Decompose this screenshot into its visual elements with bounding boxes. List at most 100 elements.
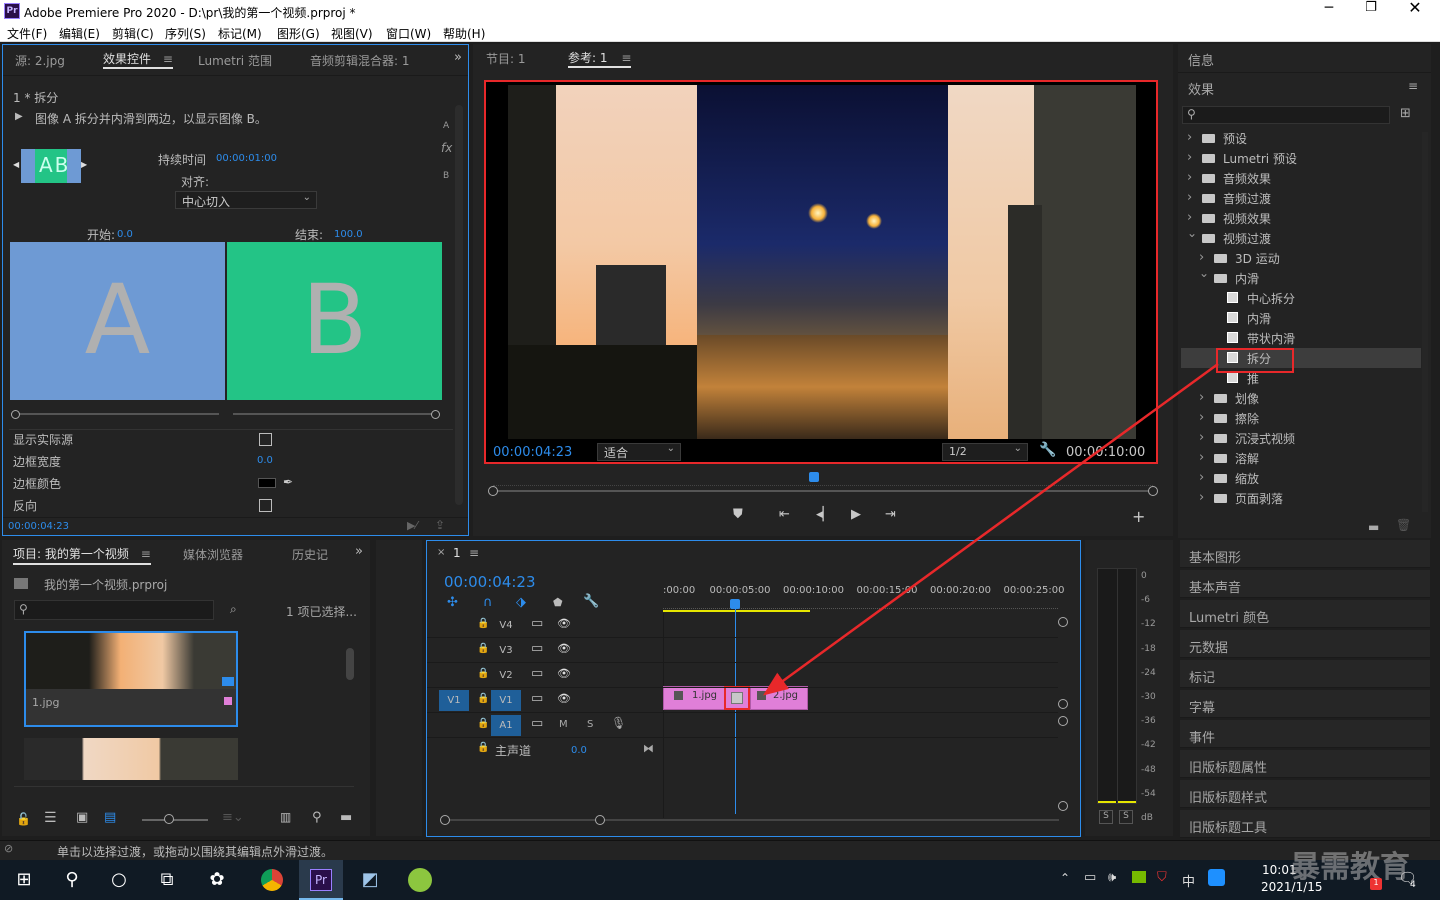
toggle-sync-lock-icon[interactable]: ▭	[531, 666, 543, 681]
reverse-checkbox[interactable]	[259, 499, 272, 512]
border-color-swatch[interactable]	[258, 478, 276, 488]
effects-scroll[interactable]	[1422, 132, 1428, 512]
track-lock-icon[interactable]: 🔒	[477, 668, 489, 679]
volume-icon[interactable]: 🕪	[1108, 870, 1116, 885]
eye-icon[interactable]: 👁	[557, 617, 571, 630]
track-lock-icon[interactable]: 🔒	[477, 643, 489, 654]
melon-app-icon[interactable]	[398, 860, 442, 900]
effects-search-input[interactable]: ⚲	[1182, 106, 1390, 124]
toggle-sync-lock-icon[interactable]: ▭	[531, 616, 543, 631]
side-panel-4[interactable]: 标记	[1180, 660, 1430, 688]
microphone-icon[interactable]: 🎙	[611, 716, 626, 730]
timeline-vscroll-bottom-handle[interactable]	[1058, 801, 1068, 811]
menu-help[interactable]: 帮助(H)	[443, 25, 485, 42]
side-panel-6[interactable]: 事件	[1180, 720, 1430, 748]
menu-edit[interactable]: 编辑(E)	[59, 25, 100, 42]
timeline-playhead-head[interactable]	[730, 599, 740, 609]
zoom-slider-handle[interactable]	[164, 814, 174, 824]
maximize-button[interactable]: ❐	[1358, 0, 1384, 22]
project-search-input[interactable]: ⚲	[14, 600, 214, 620]
scrub-end-handle[interactable]	[1148, 486, 1158, 496]
side-panel-5[interactable]: 字幕	[1180, 690, 1430, 718]
toggle-sync-lock-icon[interactable]: ▭	[531, 641, 543, 656]
effects-item-folder[interactable]: › 预设	[1181, 128, 1421, 148]
align-dropdown[interactable]: 中心切入 ⌄	[175, 191, 317, 209]
track-lock-icon[interactable]: 🔒	[477, 718, 489, 729]
eyedropper-icon[interactable]: ✒	[283, 475, 293, 489]
eye-icon[interactable]: 👁	[557, 667, 571, 680]
chevron-right-icon[interactable]: ›	[1199, 250, 1204, 265]
effects-item-folder[interactable]: › 缩放	[1181, 468, 1421, 488]
effects-item-folder[interactable]: › 划像	[1181, 388, 1421, 408]
add-marker-icon[interactable]: ⬗	[516, 595, 526, 610]
overflow-chevron-icon[interactable]: »	[454, 50, 462, 65]
ime-indicator[interactable]: 中	[1182, 871, 1195, 890]
task-view-icon[interactable]: ⧉	[145, 860, 189, 900]
new-bin-icon[interactable]: ⊞	[1400, 106, 1411, 121]
effects-item-folder[interactable]: › 视频效果	[1181, 208, 1421, 228]
start-slider-handle[interactable]	[11, 410, 20, 419]
effects-item-folder[interactable]: › 沉浸式视频	[1181, 428, 1421, 448]
source-patch-v1[interactable]: V1	[439, 690, 469, 711]
play-button[interactable]: ▶	[851, 507, 861, 522]
effects-item-folder[interactable]: › 擦除	[1181, 408, 1421, 428]
menu-marker[interactable]: 标记(M)	[218, 25, 262, 42]
chevron-right-icon[interactable]: ›	[1187, 150, 1192, 165]
tab-info[interactable]: 信息	[1188, 50, 1214, 69]
panel-menu-icon[interactable]: ≡	[469, 546, 479, 560]
security-icon[interactable]: ⛉	[1157, 870, 1167, 885]
tab-reference[interactable]: 参考: 1 ≡	[568, 49, 632, 68]
snap-icon[interactable]: ✣	[447, 595, 458, 610]
eye-icon[interactable]: 👁	[557, 642, 571, 655]
track-lock-icon[interactable]: 🔒	[477, 618, 489, 629]
effects-item-folder[interactable]: › 溶解	[1181, 448, 1421, 468]
track-label[interactable]: V2	[491, 665, 521, 686]
icon-view-icon[interactable]: ▣	[76, 810, 88, 825]
chrome-icon[interactable]	[250, 860, 294, 900]
add-button[interactable]: +	[1132, 507, 1145, 526]
network-icon[interactable]: ▭	[1084, 870, 1096, 885]
project-clip-2-thumbnail[interactable]	[24, 738, 238, 780]
premiere-taskbar-icon[interactable]: Pr	[299, 860, 343, 900]
effects-item-folder[interactable]: ⌄ 内滑	[1181, 266, 1421, 288]
program-timecode[interactable]: 00:00:04:23	[493, 445, 572, 460]
side-panel-1[interactable]: 基本声音	[1180, 570, 1430, 598]
track-label[interactable]: V4	[491, 615, 521, 636]
effects-item-effect[interactable]: 内滑	[1181, 308, 1421, 328]
chevron-right-icon[interactable]: ›	[1187, 170, 1192, 185]
chevron-right-icon[interactable]: ›	[1199, 470, 1204, 485]
master-go-to-end-icon[interactable]: ⧓	[643, 742, 654, 755]
list-view-icon[interactable]: ☰	[44, 810, 57, 826]
menu-sequence[interactable]: 序列(S)	[165, 25, 206, 42]
start-slider[interactable]	[15, 413, 219, 415]
mute-button[interactable]: M	[559, 719, 568, 730]
end-slider-handle[interactable]	[431, 410, 440, 419]
effects-item-effect[interactable]: 带状内滑	[1181, 328, 1421, 348]
timeline-hscroll-left-handle[interactable]	[440, 815, 450, 825]
find-icon[interactable]: ⌕	[230, 602, 237, 617]
delete-icon[interactable]: 🗑	[1396, 518, 1411, 532]
export-frame-icon[interactable]: ▶⁄	[407, 519, 417, 532]
cortana-icon[interactable]: ○	[97, 860, 141, 900]
track-lane[interactable]	[663, 688, 1058, 713]
toggle-sync-lock-icon[interactable]: ▭	[531, 691, 543, 706]
menu-window[interactable]: 窗口(W)	[386, 25, 431, 42]
marker-icon[interactable]: ⬟	[553, 596, 563, 609]
track-lane[interactable]	[663, 713, 1058, 738]
playhead-marker[interactable]	[809, 472, 819, 482]
chevron-right-icon[interactable]: ›	[1199, 410, 1204, 425]
side-panel-3[interactable]: 元数据	[1180, 630, 1430, 658]
panel-menu-icon[interactable]: ≡	[163, 52, 173, 66]
pinwheel-app-icon[interactable]: ✿	[195, 860, 239, 900]
close-tab-icon[interactable]: ×	[437, 547, 445, 558]
timeline-hscroll[interactable]	[445, 819, 1059, 821]
transition-play-icon[interactable]: ▶	[15, 111, 23, 122]
timeline-settings-icon[interactable]: 🔧	[583, 594, 599, 609]
track-lock-icon[interactable]: 🔒	[477, 693, 489, 704]
panel-menu-icon[interactable]: ≡	[1408, 79, 1418, 93]
solo-right-button[interactable]: S	[1119, 810, 1133, 824]
effect-controls-timecode[interactable]: 00:00:04:23	[8, 521, 69, 532]
track-lane[interactable]	[663, 613, 1058, 638]
border-width-value[interactable]: 0.0	[257, 455, 273, 466]
tab-program[interactable]: 节目: 1	[486, 50, 526, 76]
